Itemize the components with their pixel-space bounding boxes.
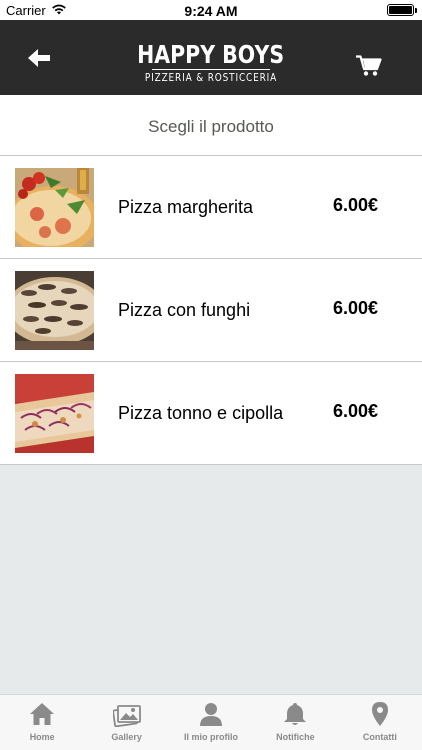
product-name: Pizza tonno e cipolla <box>118 403 284 423</box>
bell-icon <box>284 703 307 725</box>
tab-profile[interactable]: Il mio profilo <box>169 695 253 750</box>
product-name: Pizza margherita <box>118 197 254 217</box>
product-price: 6.00€ <box>332 195 378 215</box>
profile-icon <box>200 703 223 726</box>
pizza-margherita-photo <box>15 168 94 247</box>
tab-label: Contatti <box>362 732 397 742</box>
product-row-tonno-cipolla[interactable]: Pizza tonno e cipolla 6.00€ <box>0 362 422 465</box>
pizza-funghi-photo <box>15 271 94 350</box>
product-row-funghi[interactable]: Pizza con funghi 6.00€ <box>0 259 422 362</box>
product-list: Pizza margherita 6.00€ Pizza con funghi … <box>0 156 422 465</box>
pizza-tonno-cipolla-photo <box>15 374 94 453</box>
tab-label: Gallery <box>111 732 142 742</box>
tab-bar: Home Gallery Il mio profilo Notifiche Co… <box>0 694 422 750</box>
tab-contacts[interactable]: Contatti <box>338 695 422 750</box>
product-price: 6.00€ <box>332 298 378 318</box>
tab-home[interactable]: Home <box>0 695 84 750</box>
cart-icon[interactable] <box>356 55 382 77</box>
home-icon <box>30 703 55 725</box>
tab-label: Notifiche <box>276 732 315 742</box>
battery-icon <box>387 4 417 16</box>
product-name: Pizza con funghi <box>118 300 251 320</box>
tab-notifications[interactable]: Notifiche <box>253 695 337 750</box>
app-header: HAPPY BOYS PIZZERIA & ROSTICCERIA <box>0 20 422 95</box>
brand-tagline: PIZZERIA & ROSTICCERIA <box>144 72 278 84</box>
location-pin-icon <box>371 702 388 726</box>
section-header: Scegli il prodotto <box>0 95 422 156</box>
status-bar: Carrier 9:24 AM <box>0 0 422 20</box>
tab-gallery[interactable]: Gallery <box>84 695 168 750</box>
brand-name: HAPPY BOYS <box>137 40 285 69</box>
clock: 9:24 AM <box>184 3 238 19</box>
tab-label: Il mio profilo <box>184 732 239 742</box>
gallery-icon <box>112 705 141 727</box>
page-title: Scegli il prodotto <box>148 117 274 136</box>
tab-label: Home <box>29 732 55 742</box>
product-price: 6.00€ <box>332 401 378 421</box>
brand-divider <box>152 69 270 70</box>
product-row-margherita[interactable]: Pizza margherita 6.00€ <box>0 156 422 259</box>
